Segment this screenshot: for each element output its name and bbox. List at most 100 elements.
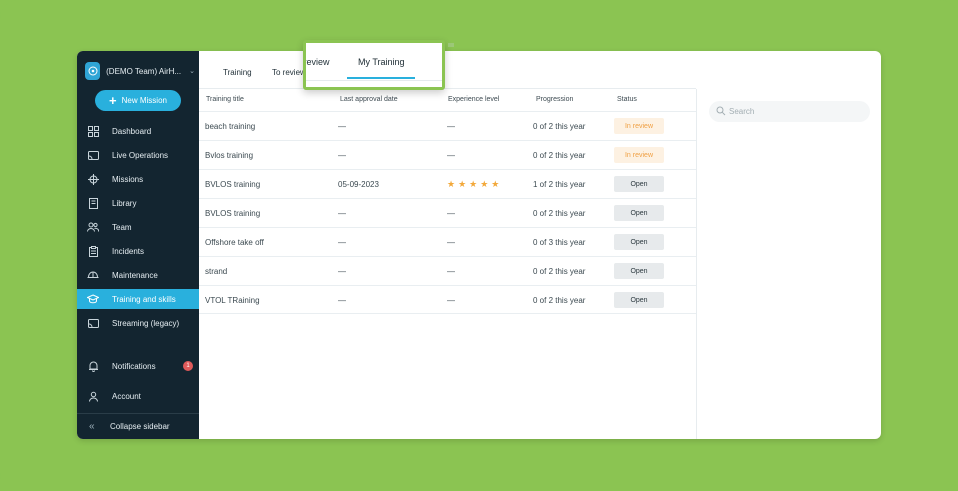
table-row[interactable]: BVLOS training — — 0 of 2 this year Open	[199, 198, 696, 227]
sidebar-item-missions[interactable]: Missions	[77, 169, 199, 189]
approval-date: —	[338, 267, 346, 276]
sidebar-item-incidents[interactable]: Incidents	[77, 241, 199, 261]
sidebar-item-team[interactable]: Team	[77, 217, 199, 237]
approval-date: —	[338, 238, 346, 247]
table-row[interactable]: strand — — 0 of 2 this year Open	[199, 256, 696, 285]
sidebar-item-label: Streaming (legacy)	[112, 319, 179, 328]
progression: 0 of 2 this year	[533, 151, 585, 160]
clipboard-icon	[87, 245, 99, 257]
status-badge: In review	[614, 147, 664, 163]
book-icon	[87, 197, 99, 209]
star-rating-icon: ★★★★★	[447, 179, 502, 190]
approval-date: —	[338, 151, 346, 160]
double-chevron-left-icon: «	[89, 421, 95, 432]
sidebar-item-training-and-skills[interactable]: Training and skills	[77, 289, 199, 309]
sidebar-item-streaming-legacy[interactable]: Streaming (legacy)	[77, 313, 199, 333]
sidebar-item-label: Incidents	[112, 247, 144, 256]
sidebar-item-account[interactable]: Account	[77, 386, 199, 406]
training-title: strand	[205, 267, 227, 276]
training-title: VTOL TRaining	[205, 296, 260, 305]
people-icon	[87, 221, 99, 233]
background-frame: (DEMO Team) AirH... ⌄ + New Mission Dash…	[0, 0, 958, 491]
sidebar-item-label: Dashboard	[112, 127, 151, 136]
sidebar-item-label: Training and skills	[112, 295, 176, 304]
search-icon	[716, 106, 726, 118]
grid-icon	[87, 125, 99, 137]
right-panel	[696, 89, 881, 439]
plus-icon: +	[109, 94, 117, 107]
hardhat-icon	[87, 269, 99, 281]
experience-level: —	[447, 151, 455, 160]
status-badge: Open	[614, 292, 664, 308]
status-badge: Open	[614, 176, 664, 192]
sidebar-item-label: Live Operations	[112, 151, 168, 160]
table-row[interactable]: VTOL TRaining — — 0 of 2 this year Open	[199, 285, 696, 314]
approval-date: —	[338, 296, 346, 305]
team-switcher[interactable]: (DEMO Team) AirH... ⌄	[85, 62, 195, 80]
search-input[interactable]	[729, 107, 859, 116]
crosshair-icon	[87, 173, 99, 185]
tabs-bar: Training To review	[199, 51, 696, 89]
progression: 0 of 2 this year	[533, 267, 585, 276]
progression: 0 of 2 this year	[533, 296, 585, 305]
sidebar-item-maintenance[interactable]: Maintenance	[77, 265, 199, 285]
approval-date: 05-09-2023	[338, 180, 379, 189]
app-window: (DEMO Team) AirH... ⌄ + New Mission Dash…	[77, 51, 881, 439]
new-mission-label: New Mission	[122, 96, 167, 105]
search-box[interactable]	[709, 101, 870, 122]
experience-level: —	[447, 267, 455, 276]
team-name: (DEMO Team) AirH...	[106, 67, 181, 76]
tab-to-review[interactable]: To review	[272, 68, 306, 77]
status-badge: Open	[614, 234, 664, 250]
table-row[interactable]: beach training — — 0 of 2 this year In r…	[199, 111, 696, 140]
zoomed-tab-to-review[interactable]: o review	[303, 57, 330, 67]
progression: 0 of 2 this year	[533, 209, 585, 218]
tab-training[interactable]: Training	[223, 68, 252, 77]
column-header-experience: Experience level	[448, 96, 499, 103]
status-badge: Open	[614, 205, 664, 221]
graduation-cap-icon	[87, 293, 99, 305]
training-title: BVLOS training	[205, 180, 260, 189]
sidebar-item-label: Library	[112, 199, 136, 208]
sidebar-item-notifications[interactable]: Notifications 1	[77, 356, 199, 376]
progression: 0 of 2 this year	[533, 122, 585, 131]
column-header-status: Status	[617, 96, 637, 103]
cast-icon	[87, 317, 99, 329]
tab-divider	[306, 80, 445, 81]
training-title: beach training	[205, 122, 255, 131]
cast-icon	[87, 149, 99, 161]
sidebar-item-label: Maintenance	[112, 271, 158, 280]
sidebar-item-live-operations[interactable]: Live Operations	[77, 145, 199, 165]
approval-date: —	[338, 209, 346, 218]
chevron-down-icon: ⌄	[189, 67, 195, 75]
new-mission-button[interactable]: + New Mission	[95, 90, 181, 111]
active-tab-underline	[347, 77, 415, 79]
zoomed-tabs-callout: o review My Training	[303, 40, 445, 90]
sidebar-item-label: Notifications	[112, 362, 156, 371]
collapse-sidebar-label: Collapse sidebar	[110, 422, 170, 431]
column-header-approval: Last approval date	[340, 96, 398, 103]
dotted-handle-icon	[448, 43, 454, 49]
sidebar-item-label: Missions	[112, 175, 143, 184]
table-row[interactable]: Offshore take off — — 0 of 3 this year O…	[199, 227, 696, 256]
column-header-progression: Progression	[536, 96, 573, 103]
experience-level: —	[447, 122, 455, 131]
approval-date: —	[338, 122, 346, 131]
experience-level: —	[447, 296, 455, 305]
training-title: Offshore take off	[205, 238, 264, 247]
table-row[interactable]: BVLOS training 05-09-2023 ★★★★★ 1 of 2 t…	[199, 169, 696, 198]
sidebar: (DEMO Team) AirH... ⌄ + New Mission Dash…	[77, 51, 199, 439]
table-row[interactable]: Bvlos training — — 0 of 2 this year In r…	[199, 140, 696, 169]
sidebar-item-library[interactable]: Library	[77, 193, 199, 213]
column-header-title: Training title	[206, 96, 244, 103]
experience-level: —	[447, 209, 455, 218]
training-title: BVLOS training	[205, 209, 260, 218]
status-badge: In review	[614, 118, 664, 134]
zoomed-tab-my-training[interactable]: My Training	[358, 57, 405, 67]
sidebar-item-label: Account	[112, 392, 141, 401]
user-icon	[87, 390, 99, 402]
team-logo-icon	[85, 62, 100, 80]
sidebar-item-dashboard[interactable]: Dashboard	[77, 121, 199, 141]
notification-count-badge: 1	[183, 361, 193, 371]
collapse-sidebar-button[interactable]: « Collapse sidebar	[77, 413, 199, 439]
